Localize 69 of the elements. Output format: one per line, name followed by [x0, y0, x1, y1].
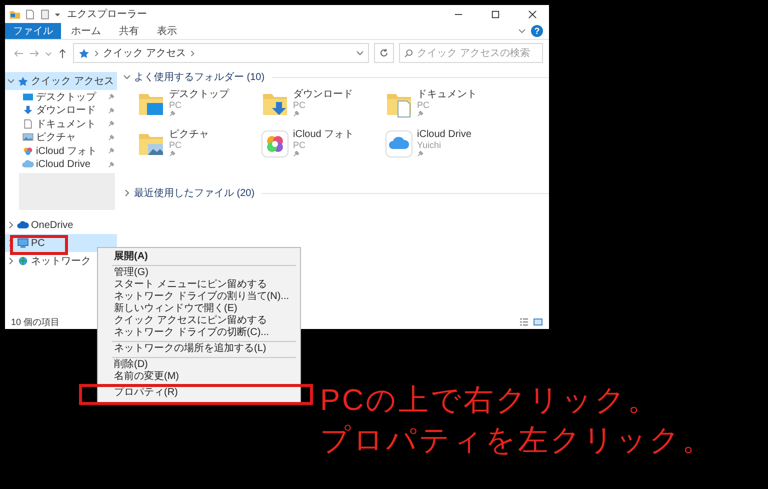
picture-folder-icon — [22, 132, 34, 142]
menu-item[interactable]: ネットワークの場所を追加する(L) — [100, 343, 298, 355]
maximize-icon — [490, 10, 500, 18]
cloud-icon — [385, 130, 413, 158]
folder-tile[interactable]: ピクチャ PC — [137, 130, 261, 162]
item-count: 10 個の項目 — [11, 316, 60, 328]
ribbon-tab[interactable]: 共有 — [111, 23, 147, 39]
sidebar-item[interactable]: OneDrive — [5, 216, 117, 234]
forward-arrow-icon[interactable] — [29, 48, 40, 58]
sidebar-item[interactable]: クイック アクセス — [5, 72, 117, 90]
group-header[interactable]: よく使用するフォルダー (10) — [134, 70, 265, 84]
cloud-icon — [22, 159, 34, 170]
sidebar-item[interactable]: ドキュメント — [5, 117, 117, 130]
menu-item[interactable]: 名前の変更(M) — [100, 371, 298, 383]
help-icon[interactable]: ? — [531, 25, 543, 37]
chevron-down-icon[interactable] — [518, 27, 526, 35]
refresh-icon — [379, 48, 389, 58]
highlight-box — [10, 235, 68, 255]
address-field[interactable]: クイック アクセス — [73, 43, 369, 63]
annotation-text: プロパティを左クリック。 — [320, 423, 714, 459]
chevron-down-icon[interactable] — [356, 49, 364, 57]
monitor-icon — [17, 238, 29, 248]
annotation-text: PCの上で右クリック。 — [320, 383, 661, 419]
chevron-down-icon[interactable] — [7, 77, 15, 85]
up-arrow-icon[interactable] — [57, 48, 68, 58]
flower-icon — [261, 130, 289, 158]
search-field[interactable]: クイック アクセスの検索 — [399, 43, 543, 63]
folder-tile[interactable]: iCloud Drive Yuichi — [385, 130, 509, 162]
network-icon — [17, 256, 29, 266]
menu-item[interactable]: プロパティ(R) — [100, 387, 298, 399]
desktop-folder-icon — [22, 92, 34, 102]
sidebar-item[interactable]: デスクトップ — [5, 90, 117, 104]
star-icon — [17, 76, 29, 86]
details-view-icon[interactable] — [519, 317, 529, 327]
search-icon — [404, 48, 413, 58]
ribbon-tab[interactable]: ファイル — [5, 23, 61, 39]
ribbon-tab[interactable]: ホーム — [63, 23, 109, 39]
chevron-down-icon[interactable] — [123, 73, 131, 81]
star-icon — [78, 48, 90, 58]
menu-item[interactable]: 新しいウィンドウで開く(E) — [100, 303, 298, 315]
back-arrow-icon[interactable] — [13, 48, 24, 58]
document-icon[interactable] — [24, 8, 36, 20]
folder-tile[interactable]: iCloud フォト PC — [261, 130, 385, 162]
menu-item[interactable]: クイック アクセスにピン留めする — [100, 315, 298, 327]
ribbon-tab[interactable]: 表示 — [149, 23, 185, 39]
folder-tile[interactable]: ドキュメント PC — [385, 90, 509, 122]
cloud-icon — [17, 220, 29, 230]
folder-icon[interactable] — [9, 8, 21, 20]
sidebar-item[interactable]: ダウンロード — [5, 104, 117, 117]
document-icon[interactable] — [39, 8, 51, 20]
folder-tile[interactable]: デスクトップ PC — [137, 90, 261, 122]
menu-item[interactable]: 展開(A) — [100, 251, 298, 263]
menu-item[interactable]: ネットワーク ドライブの切断(C)... — [100, 327, 298, 339]
menu-item[interactable]: 管理(G) — [100, 267, 298, 279]
sidebar-item[interactable]: ピクチャ — [5, 130, 117, 144]
folder-tile[interactable]: ダウンロード PC — [261, 90, 385, 122]
tiles-view-icon[interactable] — [533, 317, 543, 327]
group-header[interactable]: 最近使用したファイル (20) — [134, 186, 255, 200]
refresh-button[interactable] — [374, 43, 394, 63]
document-folder-icon — [22, 118, 34, 129]
download-folder-icon — [22, 105, 34, 116]
menu-item[interactable]: ネットワーク ドライブの割り当て(N)... — [100, 291, 298, 303]
close-icon — [528, 10, 536, 18]
sidebar-item[interactable]: iCloud Drive — [5, 158, 117, 171]
menu-item[interactable]: スタート メニューにピン留めする — [100, 279, 298, 291]
window-title: エクスプローラー — [67, 8, 147, 21]
sidebar-item[interactable]: iCloud フォト — [5, 144, 117, 158]
menu-item[interactable]: 削除(D) — [100, 359, 298, 371]
flower-icon — [22, 146, 34, 156]
